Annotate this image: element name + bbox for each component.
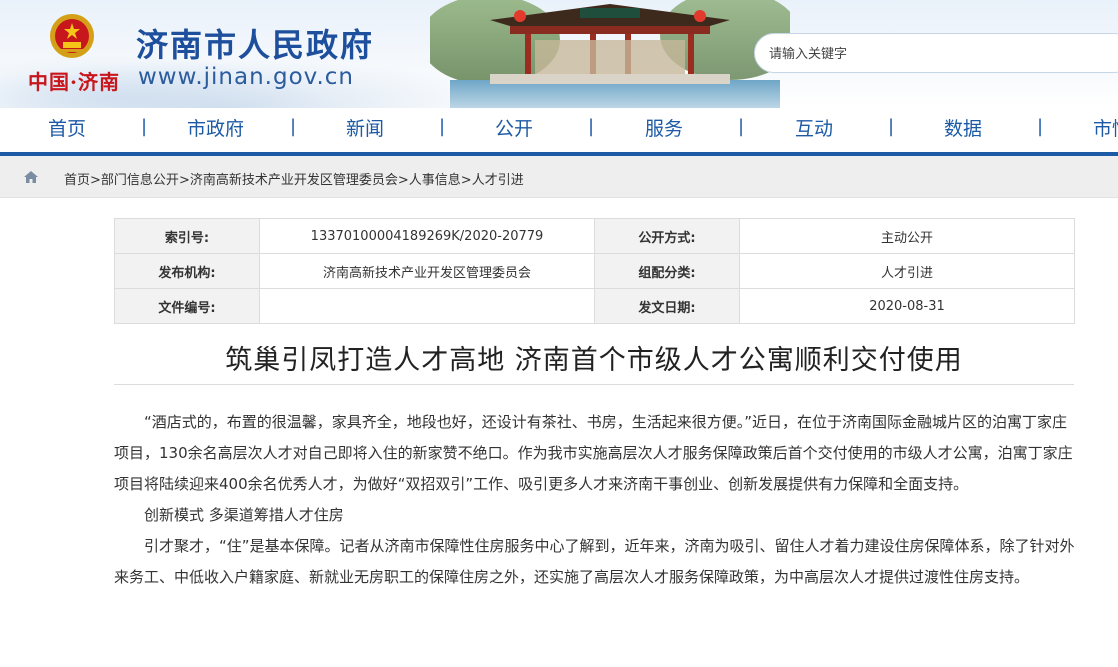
nav-separator: | [290, 116, 297, 137]
nav-separator: | [141, 116, 148, 137]
breadcrumb-home[interactable]: 首页 [64, 173, 90, 188]
category-value: 人才引进 [739, 253, 1075, 289]
nav-separator: | [588, 116, 595, 137]
nav-item-service[interactable]: 服务 [645, 114, 683, 141]
nav-item-city-info[interactable]: 市情 [1093, 114, 1118, 141]
breadcrumb-separator: > [178, 173, 190, 188]
date-value: 2020-08-31 [739, 288, 1075, 324]
docno-value [259, 288, 595, 324]
title-divider [114, 384, 1074, 385]
breadcrumb-separator: > [90, 173, 101, 188]
site-title[interactable]: 济南市人民政府 [136, 20, 374, 66]
site-header: 中国·济南 济南市人民政府 www.jinan.gov.cn [0, 0, 1118, 108]
nav-item-open[interactable]: 公开 [495, 114, 533, 141]
nav-item-home[interactable]: 首页 [48, 114, 86, 141]
breadcrumb-separator: > [460, 173, 472, 188]
category-label: 组配分类: [594, 253, 740, 289]
breadcrumb: 首页>部门信息公开>济南高新技术产业开发区管理委员会>人事信息>人才引进 [0, 156, 1118, 198]
breadcrumb-trail: 首页>部门信息公开>济南高新技术产业开发区管理委员会>人事信息>人才引进 [64, 169, 524, 188]
org-value: 济南高新技术产业开发区管理委员会 [259, 253, 595, 289]
index-value: 1337010000418926​9K/2020-20779 [259, 218, 595, 254]
nav-item-data[interactable]: 数据 [944, 114, 982, 141]
table-row: 发布机构: 济南高新技术产业开发区管理委员会 组配分类: 人才引进 [114, 253, 1075, 289]
search-input[interactable] [754, 33, 1118, 73]
org-label: 发布机构: [114, 253, 260, 289]
nav-separator: | [888, 116, 895, 137]
national-emblem-icon[interactable] [48, 12, 96, 60]
article-body: “酒店式的，布置的很温馨，家具齐全，地段也好，还设计有茶社、书房，生活起来很方便… [114, 407, 1076, 593]
table-row: 索引号: 1337010000418926​9K/2020-20779 公开方式… [114, 218, 1075, 254]
article-subheading: 创新模式 多渠道筹措人才住房 [144, 506, 344, 524]
index-label: 索引号: [114, 218, 260, 254]
nav-separator: | [1037, 116, 1044, 137]
mode-label: 公开方式: [594, 218, 740, 254]
breadcrumb-dept-info[interactable]: 部门信息公开 [101, 173, 179, 188]
site-url: www.jinan.gov.cn [138, 64, 355, 90]
main-nav: 首页 | 市政府 | 新闻 | 公开 | 服务 | 互动 | 数据 | 市情 [0, 108, 1118, 154]
pavilion-scene-image [430, 0, 790, 108]
breadcrumb-separator: > [397, 173, 409, 188]
home-icon[interactable] [24, 171, 38, 183]
mode-value: 主动公开 [739, 218, 1075, 254]
date-label: 发文日期: [594, 288, 740, 324]
nav-separator: | [439, 116, 446, 137]
brand-logo-text: 中国·济南 [28, 70, 120, 94]
document-info-table: 索引号: 1337010000418926​9K/2020-20779 公开方式… [114, 218, 1075, 324]
docno-label: 文件编号: [114, 288, 260, 324]
nav-item-government[interactable]: 市政府 [187, 114, 244, 141]
article-title: 筑巢引凤打造人才高地 济南首个市级人才公寓顺利交付使用 [225, 345, 963, 376]
breadcrumb-personnel[interactable]: 人事信息 [409, 173, 461, 188]
breadcrumb-hitech-zone[interactable]: 济南高新技术产业开发区管理委员会 [190, 173, 398, 188]
breadcrumb-talent[interactable]: 人才引进 [472, 173, 524, 188]
nav-item-interact[interactable]: 互动 [795, 114, 833, 141]
table-row: 文件编号: 发文日期: 2020-08-31 [114, 288, 1075, 324]
nav-item-news[interactable]: 新闻 [346, 114, 384, 141]
article-paragraph: “酒店式的，布置的很温馨，家具齐全，地段也好，还设计有茶社、书房，生活起来很方便… [114, 413, 1073, 493]
article-paragraph: 引才聚才，“住”是基本保障。记者从济南市保障性住房服务中心了解到，近年来，济南为… [114, 537, 1075, 586]
nav-separator: | [738, 116, 745, 137]
